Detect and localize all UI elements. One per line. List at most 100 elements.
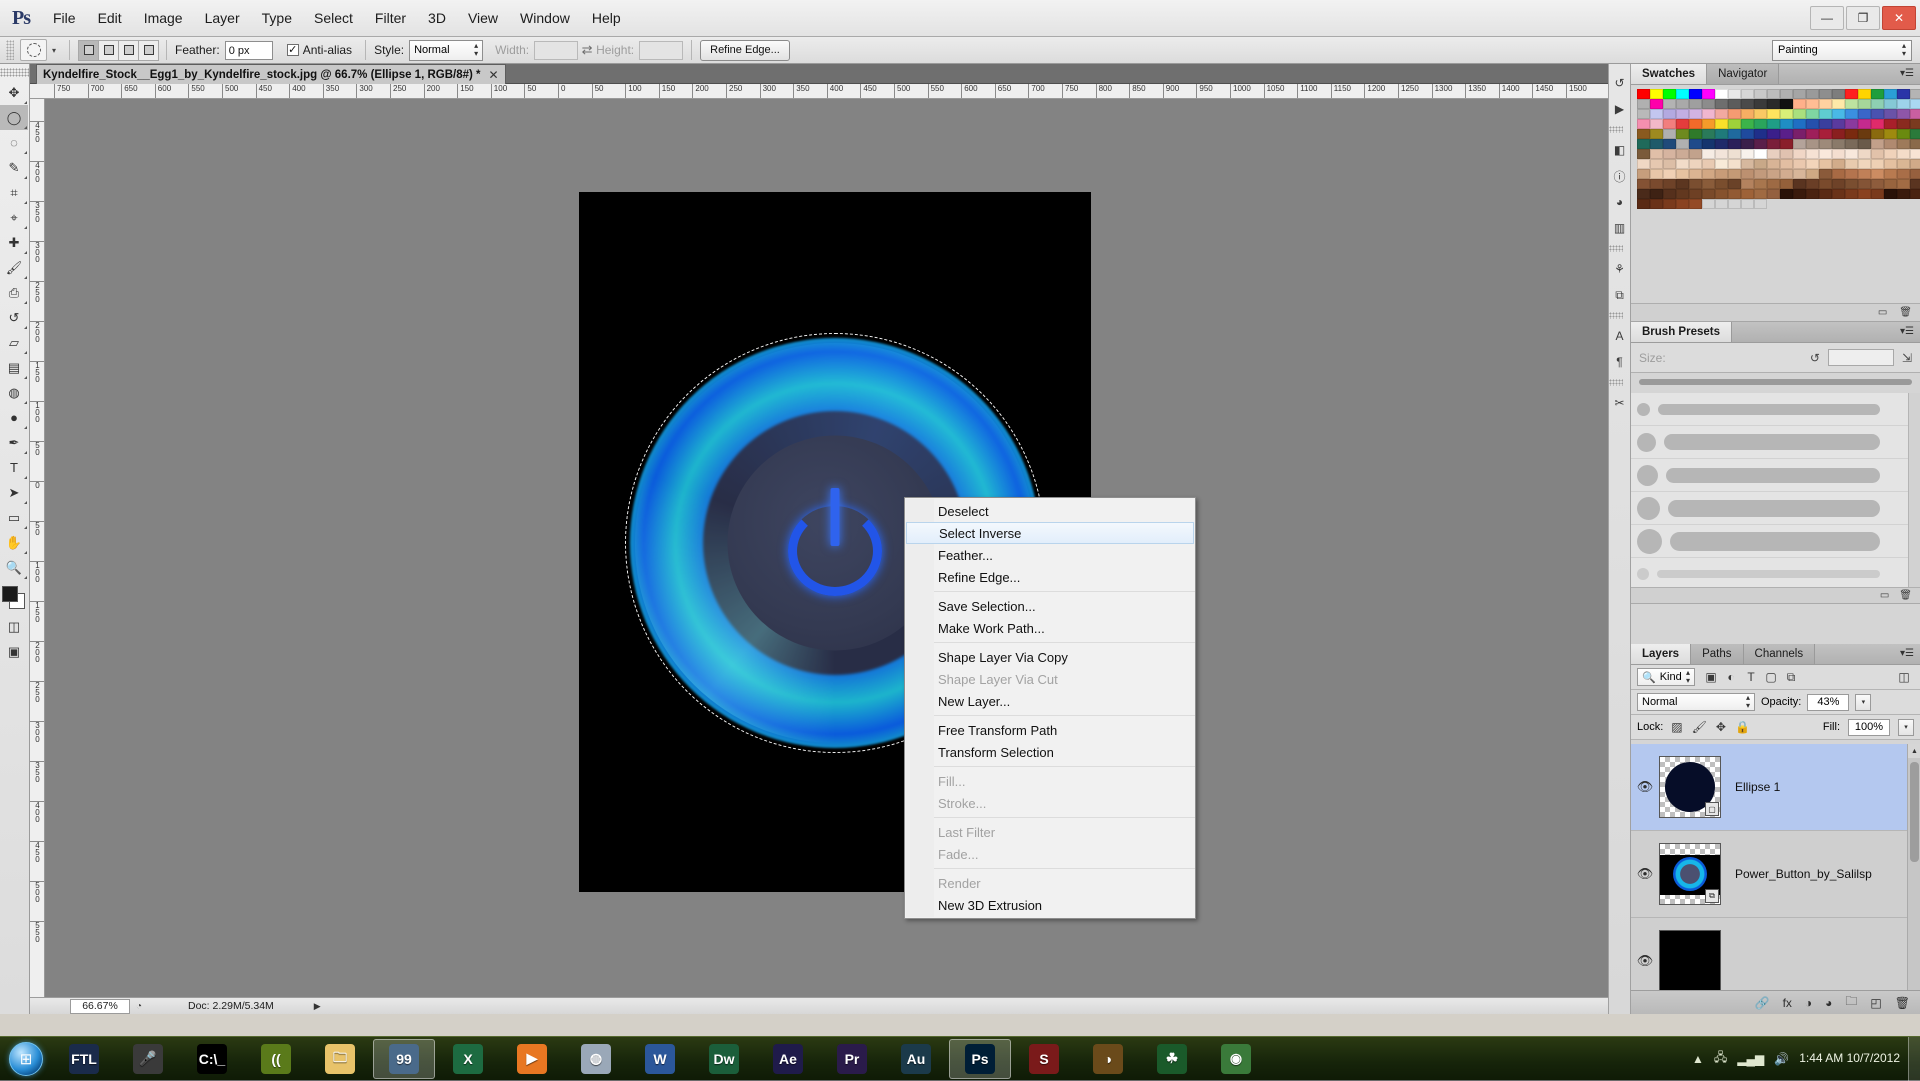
new-layer-icon[interactable]: ◰	[1870, 996, 1881, 1010]
color-swatch[interactable]	[1637, 149, 1650, 159]
color-swatch[interactable]	[1845, 169, 1858, 179]
color-swatch[interactable]	[1858, 189, 1871, 199]
brush-size-slider[interactable]	[1639, 379, 1912, 385]
tray-overflow-icon[interactable]: ▲	[1692, 1052, 1704, 1066]
brush-toggle-icon[interactable]: ⇲	[1902, 351, 1912, 365]
new-group-icon[interactable]: 🗀	[1845, 992, 1857, 1013]
color-swatch[interactable]	[1676, 159, 1689, 169]
document-tab[interactable]: Kyndelfire_Stock__Egg1_by_Kyndelfire_sto…	[36, 64, 506, 84]
menu-item-new-3d-extrusion[interactable]: New 3D Extrusion	[905, 894, 1195, 916]
taskbar-command-prompt[interactable]: C:\_	[181, 1039, 243, 1079]
color-swatch[interactable]	[1819, 129, 1832, 139]
color-swatch[interactable]	[1650, 149, 1663, 159]
delete-swatch-icon[interactable]: 🗑	[1899, 307, 1912, 318]
color-swatch[interactable]	[1728, 169, 1741, 179]
info-icon[interactable]: ⓘ	[1609, 163, 1631, 189]
taskbar-microphone[interactable]: 🎤	[117, 1039, 179, 1079]
menu-select[interactable]: Select	[303, 0, 364, 37]
color-swatch[interactable]	[1897, 109, 1910, 119]
color-swatch[interactable]	[1650, 109, 1663, 119]
show-desktop-button[interactable]	[1908, 1037, 1920, 1081]
paragraph-icon[interactable]: ¶	[1609, 349, 1631, 375]
hand-tool[interactable]: ✋	[0, 530, 28, 555]
color-swatch[interactable]	[1741, 139, 1754, 149]
color-swatch[interactable]	[1715, 129, 1728, 139]
start-button[interactable]: ⊞	[0, 1037, 52, 1081]
color-swatch[interactable]	[1754, 109, 1767, 119]
brush-size-input[interactable]	[1828, 349, 1894, 366]
color-swatch[interactable]	[1650, 119, 1663, 129]
options-bar-grip[interactable]	[6, 40, 14, 60]
color-swatch[interactable]	[1806, 89, 1819, 99]
color-swatch[interactable]	[1871, 189, 1884, 199]
color-swatch[interactable]	[1793, 129, 1806, 139]
color-swatch[interactable]	[1663, 189, 1676, 199]
network-icon[interactable]: 🖧	[1714, 1048, 1727, 1069]
color-swatch[interactable]	[1754, 169, 1767, 179]
layer-mask-icon[interactable]: ◑	[1805, 996, 1812, 1010]
taskbar-sep[interactable]: S	[1013, 1039, 1075, 1079]
color-swatch[interactable]	[1676, 169, 1689, 179]
color-swatch[interactable]	[1910, 159, 1920, 169]
swatch-grid[interactable]	[1637, 89, 1914, 209]
layer-thumbnail[interactable]: ▢	[1659, 756, 1721, 818]
color-swatch[interactable]	[1884, 99, 1897, 109]
color-swatches[interactable]	[0, 584, 28, 614]
tab-layers[interactable]: Layers	[1631, 644, 1691, 664]
color-swatch[interactable]	[1754, 149, 1767, 159]
taskbar-dreamweaver[interactable]: Dw	[693, 1039, 755, 1079]
blend-mode-select[interactable]: Normal ▴▾	[1637, 693, 1755, 711]
color-swatch[interactable]	[1793, 119, 1806, 129]
color-swatch[interactable]	[1897, 89, 1910, 99]
menu-view[interactable]: View	[457, 0, 509, 37]
subtract-from-selection-button[interactable]	[118, 40, 139, 61]
color-swatch[interactable]	[1832, 189, 1845, 199]
color-swatch[interactable]	[1715, 149, 1728, 159]
color-swatch[interactable]	[1676, 199, 1689, 209]
history-brush-tool[interactable]: ↺	[0, 305, 28, 330]
menu-edit[interactable]: Edit	[87, 0, 133, 37]
color-swatch[interactable]	[1910, 89, 1920, 99]
color-swatch[interactable]	[1650, 179, 1663, 189]
tool-presets-icon[interactable]: ✂	[1609, 390, 1631, 416]
layer-row[interactable]: 👁⧉Power_Button_by_Salilsp	[1631, 831, 1920, 918]
list-item[interactable]	[1631, 558, 1920, 588]
taskbar-word[interactable]: W	[629, 1039, 691, 1079]
taskbar-audition[interactable]: Au	[885, 1039, 947, 1079]
color-swatch[interactable]	[1845, 149, 1858, 159]
color-swatch[interactable]	[1728, 149, 1741, 159]
color-swatch[interactable]	[1832, 89, 1845, 99]
color-swatch[interactable]	[1702, 159, 1715, 169]
crop-tool[interactable]: ⌗	[0, 180, 28, 205]
color-swatch[interactable]	[1754, 189, 1767, 199]
color-swatch[interactable]	[1741, 199, 1754, 209]
color-swatch[interactable]	[1806, 189, 1819, 199]
color-swatch[interactable]	[1728, 199, 1741, 209]
color-swatch[interactable]	[1663, 129, 1676, 139]
color-swatch[interactable]	[1676, 99, 1689, 109]
path-selection-tool[interactable]: ➤	[0, 480, 28, 505]
color-swatch[interactable]	[1845, 159, 1858, 169]
color-swatch[interactable]	[1793, 149, 1806, 159]
color-swatch[interactable]	[1845, 179, 1858, 189]
tab-paths[interactable]: Paths	[1691, 644, 1743, 664]
color-swatch[interactable]	[1884, 179, 1897, 189]
color-swatch[interactable]	[1702, 109, 1715, 119]
color-swatch[interactable]	[1702, 139, 1715, 149]
gradient-tool[interactable]: ▤	[0, 355, 28, 380]
color-swatch[interactable]	[1689, 129, 1702, 139]
color-swatch[interactable]	[1689, 189, 1702, 199]
color-swatch[interactable]	[1715, 179, 1728, 189]
color-swatch[interactable]	[1793, 159, 1806, 169]
color-swatch[interactable]	[1637, 129, 1650, 139]
color-swatch[interactable]	[1676, 109, 1689, 119]
color-swatch[interactable]	[1728, 159, 1741, 169]
lock-all-icon[interactable]: 🔒	[1735, 720, 1750, 734]
color-swatch[interactable]	[1676, 139, 1689, 149]
status-expand-arrow-icon[interactable]: ▶	[314, 1001, 321, 1012]
color-swatch[interactable]	[1754, 129, 1767, 139]
list-item[interactable]	[1631, 459, 1920, 492]
color-swatch[interactable]	[1689, 89, 1702, 99]
color-swatch[interactable]	[1819, 119, 1832, 129]
filter-type-icon[interactable]: T	[1741, 668, 1761, 686]
